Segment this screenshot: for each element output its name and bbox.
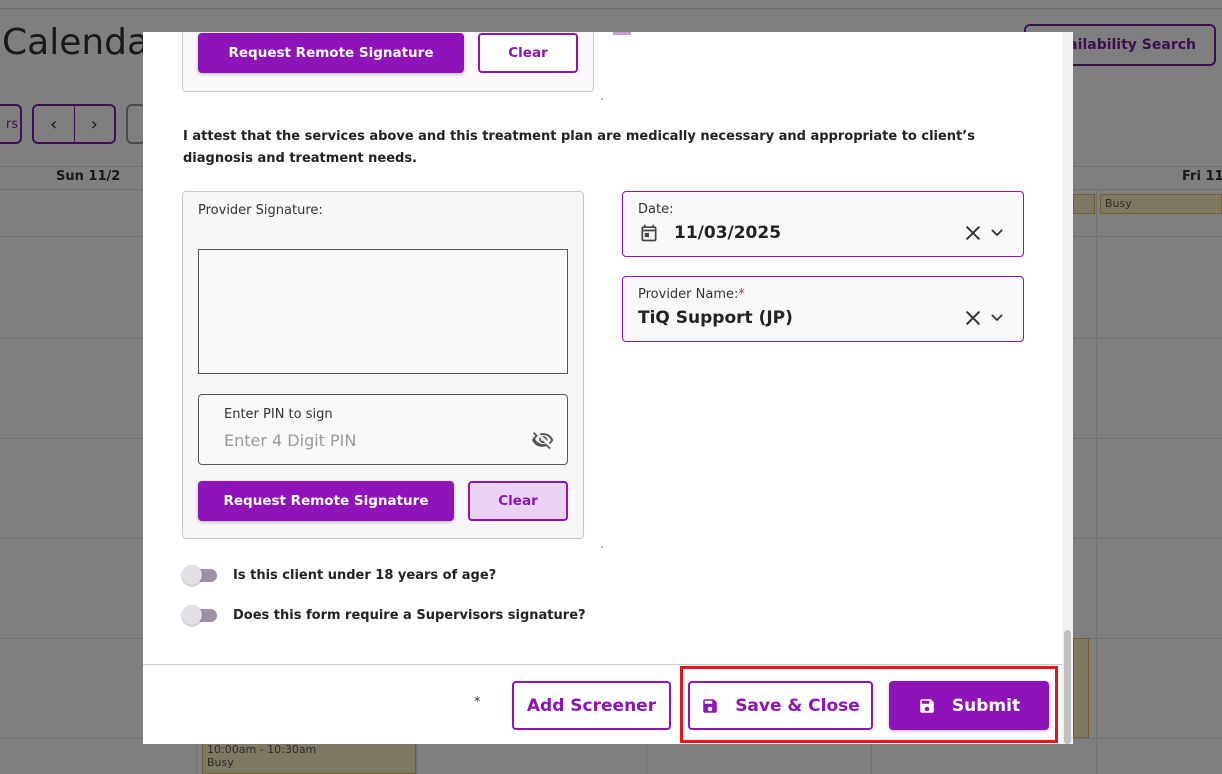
chevron-down-icon[interactable] bbox=[989, 310, 1005, 326]
checkbox-edge bbox=[613, 32, 631, 35]
signature-pad[interactable] bbox=[198, 249, 568, 374]
pin-label: Enter PIN to sign bbox=[224, 407, 333, 422]
required-note: * bbox=[474, 695, 481, 710]
clear-provider-icon[interactable] bbox=[963, 308, 983, 328]
required-mark: * bbox=[738, 287, 745, 302]
eye-off-icon[interactable] bbox=[532, 429, 554, 451]
client-signature-card: Request Remote Signature Clear bbox=[182, 32, 594, 92]
resize-dot bbox=[601, 98, 603, 100]
under-18-label: Is this client under 18 years of age? bbox=[233, 567, 497, 583]
resize-dot bbox=[601, 546, 603, 548]
date-value: 11/03/2025 bbox=[674, 223, 782, 243]
clear-date-icon[interactable] bbox=[963, 223, 983, 243]
supervisor-signature-label: Does this form require a Supervisors sig… bbox=[233, 607, 586, 623]
provider-name-field[interactable]: Provider Name:* TiQ Support (JP) bbox=[622, 276, 1024, 342]
highlight-box bbox=[680, 666, 1058, 743]
add-screener-button[interactable]: Add Screener bbox=[512, 681, 671, 730]
provider-signature-label: Provider Signature: bbox=[198, 203, 323, 218]
chevron-down-icon[interactable] bbox=[989, 225, 1005, 241]
scrollbar-thumb[interactable] bbox=[1064, 630, 1071, 744]
date-field[interactable]: Date: 11/03/2025 bbox=[622, 191, 1024, 257]
calendar-icon[interactable] bbox=[639, 223, 659, 243]
request-remote-signature-button-top[interactable]: Request Remote Signature bbox=[198, 33, 464, 73]
pin-field[interactable]: Enter PIN to sign bbox=[198, 394, 568, 465]
pin-input[interactable] bbox=[224, 428, 514, 452]
provider-name-value: TiQ Support (JP) bbox=[638, 308, 793, 328]
provider-signature-card: Provider Signature: Enter PIN to sign Re… bbox=[182, 191, 584, 539]
supervisor-signature-toggle[interactable] bbox=[182, 605, 218, 625]
modal-footer: * Add Screener Save & Close Submit bbox=[143, 664, 1062, 744]
provider-name-label: Provider Name:* bbox=[638, 287, 745, 302]
under-18-toggle-row: Is this client under 18 years of age? bbox=[182, 563, 496, 587]
attestation-text: I attest that the services above and thi… bbox=[183, 129, 975, 166]
clear-button-top[interactable]: Clear bbox=[478, 33, 578, 73]
clear-signature-button[interactable]: Clear bbox=[468, 481, 568, 521]
request-remote-signature-button[interactable]: Request Remote Signature bbox=[198, 481, 454, 521]
date-label: Date: bbox=[638, 202, 674, 217]
under-18-toggle[interactable] bbox=[182, 565, 218, 585]
modal-scrollbar[interactable] bbox=[1062, 32, 1073, 744]
supervisor-toggle-row: Does this form require a Supervisors sig… bbox=[182, 603, 586, 627]
treatment-plan-modal: Request Remote Signature Clear I attest … bbox=[143, 32, 1073, 744]
